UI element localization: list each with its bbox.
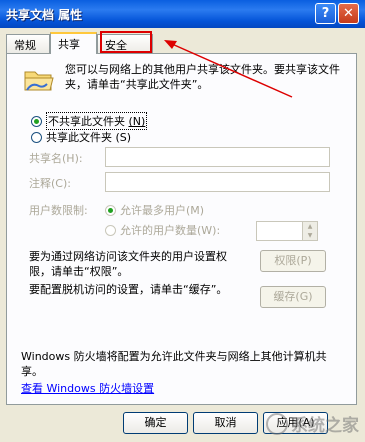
properties-dialog: 共享文档 属性 ? ✕ 常规 共享 安全 您可以与网络上的其他用户共享该文件夹。… (0, 0, 365, 442)
annotation-arrow (164, 40, 293, 98)
